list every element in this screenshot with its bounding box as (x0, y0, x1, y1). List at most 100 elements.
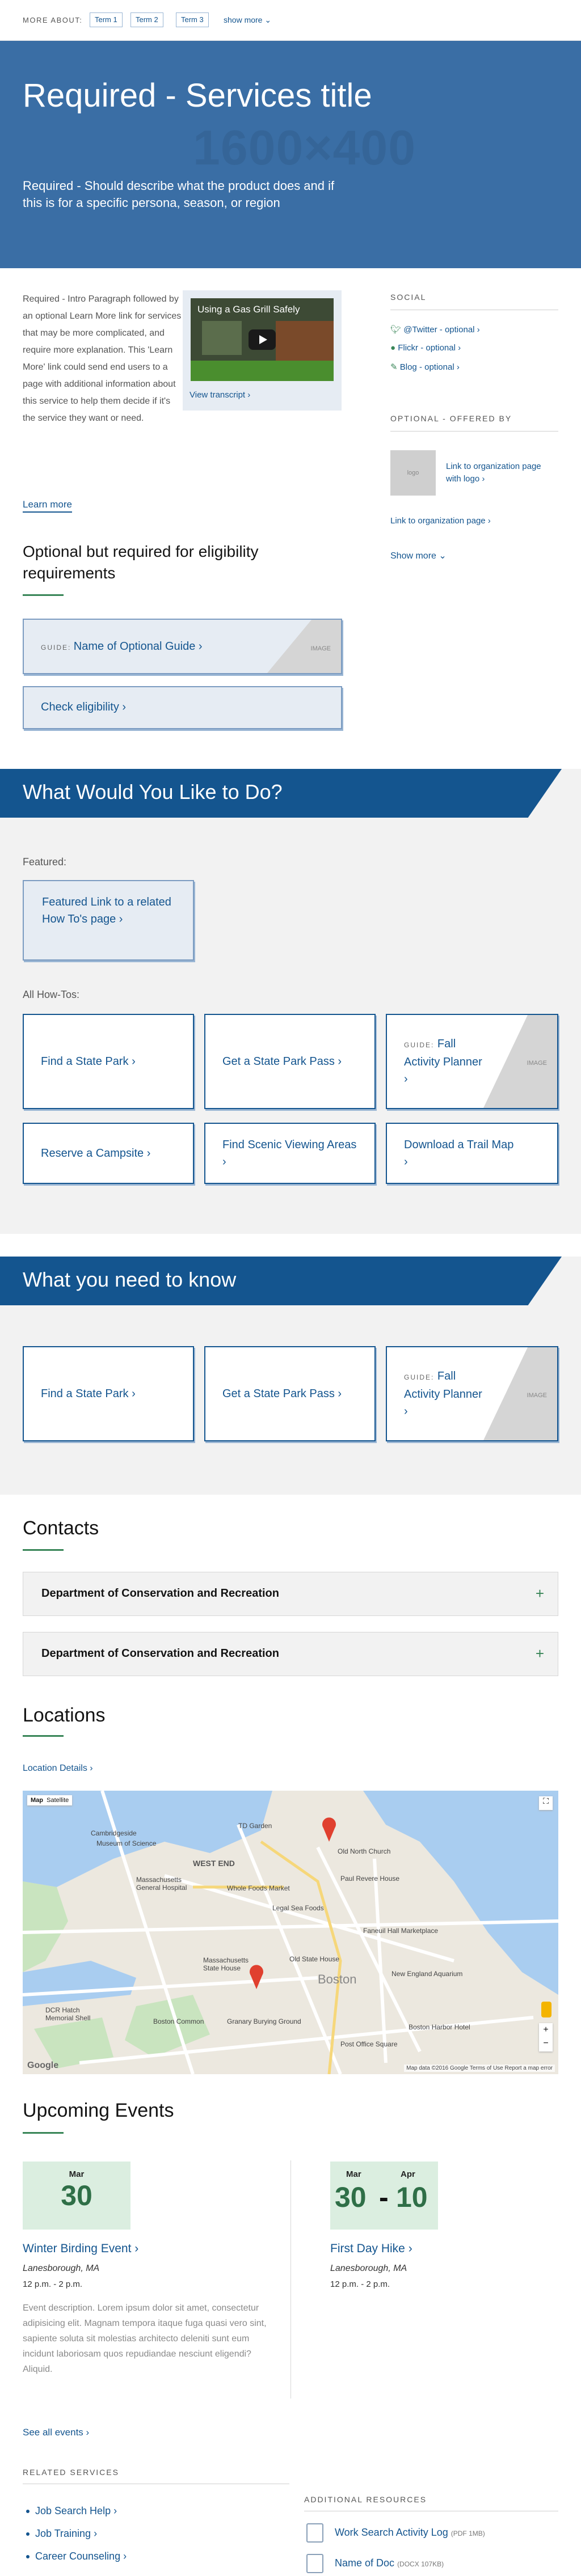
chevron-down-icon: ⌄ (264, 15, 272, 24)
map-label: Boston Common (153, 2017, 204, 2025)
event-place: Lanesborough, MA (23, 2264, 100, 2273)
guide-image: IMAGE (483, 1015, 557, 1108)
video-title: Using a Gas Grill Safely (197, 304, 300, 315)
know-card[interactable]: Get a State Park Pass › (204, 1346, 376, 1441)
intro-paragraph: Required - Intro Paragraph followed by a… (23, 294, 182, 423)
page-description: Required - Should describe what the prod… (23, 179, 335, 210)
map-label: TD Garden (238, 1822, 272, 1830)
howto-card[interactable]: Find Scenic Viewing Areas › (204, 1123, 376, 1184)
howto-card[interactable]: Reserve a Campsite › (23, 1123, 194, 1184)
video-player[interactable]: Using a Gas Grill Safely (191, 298, 334, 381)
view-transcript-link[interactable]: View transcript › (190, 390, 250, 400)
howto-guide-card[interactable]: IMAGE GUIDE: Fall Activity Planner › (386, 1014, 558, 1109)
blog-link[interactable]: ✎ Blog - optional › (390, 362, 460, 372)
organization-logo: logo (390, 450, 436, 496)
map-label: Granary Burying Ground (227, 2017, 301, 2025)
featured-link: Featured Link to a related How To's page… (42, 896, 171, 925)
contacts-heading: Contacts (23, 1517, 99, 1539)
chevron-right-icon: › (247, 390, 251, 400)
events-heading: Upcoming Events (23, 2100, 174, 2121)
document-icon (306, 2523, 323, 2543)
know-guide-card[interactable]: IMAGE GUIDE: Fall Activity Planner › (386, 1346, 558, 1441)
divider (290, 2160, 291, 2399)
map-label: Legal Sea Foods (272, 1904, 324, 1912)
tag-term-2[interactable]: Term 2 (130, 12, 163, 27)
map-label: Old State House (289, 1955, 340, 1963)
event-place: Lanesborough, MA (330, 2264, 407, 2273)
know-card[interactable]: Find a State Park › (23, 1346, 194, 1441)
hero-image-placeholder: 1600×400 (193, 121, 416, 175)
event-date-range: Mar Apr 30 - 10 (330, 2162, 438, 2230)
flickr-link[interactable]: ● Flickr - optional › (390, 343, 461, 353)
zoom-control[interactable]: + − (539, 2023, 553, 2052)
more-about-label: MORE ABOUT: (23, 16, 83, 24)
flickr-icon: ● (390, 343, 396, 353)
map-label: DCR Hatch Memorial Shell (45, 2006, 91, 2022)
map-label: Faneuil Hall Marketplace (363, 1927, 439, 1935)
offered-show-more[interactable]: Show more ⌄ (390, 550, 447, 561)
contact-accordion[interactable]: Department of Conservation and Recreatio… (23, 1632, 558, 1676)
event-date: Mar 30 (23, 2162, 130, 2230)
guide-title: Name of Optional Guide › (73, 640, 203, 653)
resource-link[interactable]: Work Search Activity Log (PDF 1MB) (335, 2527, 485, 2539)
guide-card[interactable]: IMAGE GUIDE: Name of Optional Guide › (23, 619, 342, 674)
map-label: Post Office Square (340, 2040, 398, 2048)
map-label: Cambridgeside (91, 1829, 137, 1837)
map-label: Boston Harbor Hotel (409, 2023, 470, 2031)
event-time: 12 p.m. - 2 p.m. (23, 2279, 83, 2289)
location-details-link[interactable]: Location Details › (23, 1763, 93, 1774)
pegman-icon[interactable] (541, 2002, 551, 2017)
offered-by-heading: OPTIONAL - OFFERED BY (390, 414, 512, 423)
tag-term-1[interactable]: Term 1 (90, 12, 123, 27)
topbar: MORE ABOUT: Term 1 Term 2 Term 3 show mo… (0, 0, 581, 41)
featured-label: Featured: (23, 856, 67, 868)
map-label: Boston (318, 1972, 357, 1986)
know-heading: What you need to know (0, 1257, 562, 1305)
guide-label: GUIDE: (41, 644, 71, 652)
all-howtos-label: All How-Tos: (23, 989, 80, 1000)
fullscreen-icon[interactable]: ⛶ (539, 1796, 553, 1810)
related-service-link[interactable]: Career Counseling › (26, 2550, 127, 2562)
howto-card[interactable]: Find a State Park › (23, 1014, 194, 1109)
howto-card[interactable]: Download a Trail Map › (386, 1123, 558, 1184)
featured-link-card[interactable]: Featured Link to a related How To's page… (23, 880, 194, 961)
org-page-link[interactable]: Link to organization page › (390, 516, 491, 526)
map-label: Paul Revere House (340, 1875, 400, 1883)
page-title: Required - Services title (23, 77, 372, 114)
document-icon (306, 2554, 323, 2573)
howto-card[interactable]: Get a State Park Pass › (204, 1014, 376, 1109)
video-card: Using a Gas Grill Safely View transcript… (183, 290, 342, 411)
social-heading: SOCIAL (390, 293, 427, 302)
map-label: Massachusetts General Hospital (136, 1876, 187, 1892)
twitter-icon: 🐦︎ (390, 325, 402, 335)
related-service-link[interactable]: Job Training › (26, 2528, 97, 2540)
guide-image: IMAGE (267, 620, 341, 673)
blog-icon: ✎ (390, 362, 398, 372)
play-icon[interactable] (249, 329, 276, 350)
resource-link[interactable]: Name of Doc (DOCX 107KB) (335, 2557, 444, 2569)
see-all-events-link[interactable]: See all events › (23, 2427, 89, 2438)
map-footer[interactable]: Map data ©2016 Google Terms of Use Repor… (404, 2065, 555, 2072)
todo-heading: What Would You Like to Do? (0, 769, 562, 818)
plus-icon[interactable]: + (536, 1645, 544, 1663)
related-service-link[interactable]: Job Search Help › (26, 2505, 117, 2517)
heading-accent (23, 1735, 64, 1737)
location-map[interactable]: Map Satellite ⛶ + − Cambridgeside Museum … (23, 1791, 558, 2074)
twitter-link[interactable]: 🐦︎ @Twitter - optional › (390, 324, 480, 335)
contact-accordion[interactable]: Department of Conservation and Recreatio… (23, 1572, 558, 1616)
heading-accent (23, 1549, 64, 1551)
org-logo-link[interactable]: Link to organization page with logo › (446, 460, 548, 485)
check-eligibility-label: Check eligibility › (41, 701, 127, 713)
plus-icon[interactable]: + (536, 1585, 544, 1602)
event-description: Event description. Lorem ipsum dolor sit… (23, 2303, 267, 2374)
learn-more-link[interactable]: Learn more (23, 499, 72, 513)
eligibility-heading: Optional but required for eligibility re… (23, 543, 259, 582)
map-type-control[interactable]: Map Satellite (27, 1795, 73, 1805)
check-eligibility-button[interactable]: Check eligibility › (23, 686, 342, 729)
show-more-link[interactable]: show more ⌄ (224, 15, 271, 25)
tag-term-3[interactable]: Term 3 (176, 12, 209, 27)
event-title-link[interactable]: First Day Hike › (330, 2242, 412, 2256)
heading-accent (23, 594, 64, 596)
event-title-link[interactable]: Winter Birding Event › (23, 2242, 138, 2256)
map-label: Whole Foods Market (227, 1884, 290, 1892)
